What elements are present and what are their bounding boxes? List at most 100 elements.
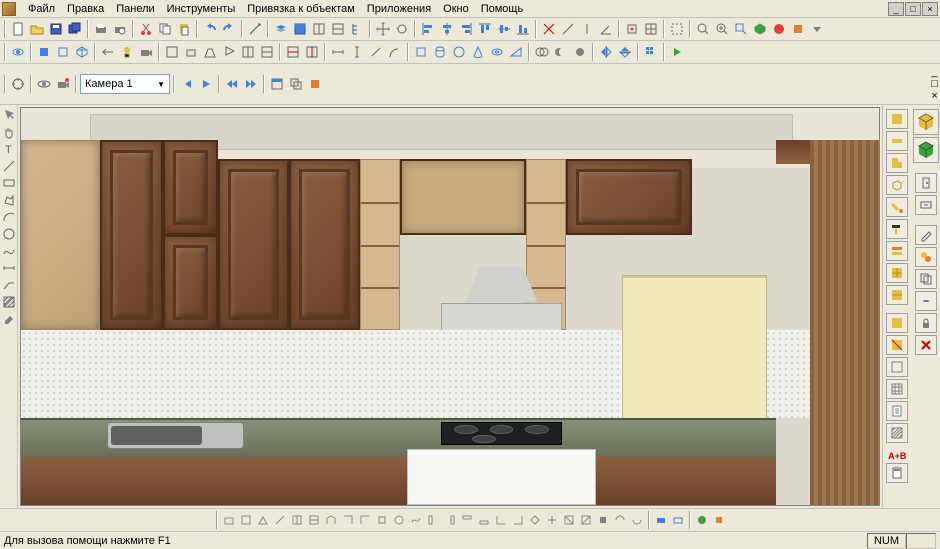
hatch-tool-icon[interactable] [1,294,17,310]
palette-copy-icon[interactable] [915,269,937,289]
bt-11-icon[interactable] [391,512,407,528]
target-icon[interactable] [9,75,27,93]
camera-icon[interactable] [137,43,155,61]
palette-door-icon[interactable] [915,173,937,193]
play-icon[interactable] [668,43,686,61]
tool-a-icon[interactable] [246,20,264,38]
bt-20-icon[interactable] [544,512,560,528]
bt-25-icon[interactable] [629,512,645,528]
grid-icon[interactable] [642,20,660,38]
measure-diag-icon[interactable] [559,20,577,38]
bt-15-icon[interactable] [459,512,475,528]
bt-12-icon[interactable] [408,512,424,528]
shape-box-icon[interactable] [412,43,430,61]
array-icon[interactable] [642,43,660,61]
palette-handle-icon[interactable] [915,291,937,311]
bt-13-icon[interactable] [425,512,441,528]
transform-5-icon[interactable] [239,43,257,61]
palette-layer-icon[interactable] [886,241,908,261]
menu-file[interactable]: Файл [22,3,61,15]
bt-26-icon[interactable] [653,512,669,528]
measure-v-icon[interactable] [578,20,596,38]
spline-tool-icon[interactable] [1,243,17,259]
layer-panel-icon[interactable] [291,20,309,38]
dim-tool-icon[interactable] [1,260,17,276]
view-front-icon[interactable] [54,43,72,61]
palette-report-icon[interactable] [886,401,908,421]
view-3d-icon[interactable] [751,20,769,38]
dim-v-icon[interactable] [348,43,366,61]
bt-8-icon[interactable] [340,512,356,528]
move-icon[interactable] [374,20,392,38]
cam-lock-icon[interactable] [54,75,72,93]
bt-23-icon[interactable] [595,512,611,528]
palette-cube-green-icon[interactable] [913,137,939,163]
menu-panels[interactable]: Панели [110,3,160,15]
bt-18-icon[interactable] [510,512,526,528]
view-iso-icon[interactable] [73,43,91,61]
palette-part-icon[interactable] [886,313,908,333]
bt-28-icon[interactable] [694,512,710,528]
save-all-icon[interactable] [66,20,84,38]
dim-h-icon[interactable] [329,43,347,61]
palette-edit-icon[interactable] [915,225,937,245]
align-center-h-icon[interactable] [438,20,456,38]
align-middle-icon[interactable] [495,20,513,38]
align-top-icon[interactable] [476,20,494,38]
orbit-icon[interactable] [9,43,27,61]
window-note-icon[interactable] [306,75,324,93]
camera-selector[interactable]: Камера 1 ▼ [80,74,170,94]
arc-tool-icon[interactable] [1,209,17,225]
palette-hammer-icon[interactable] [886,219,908,239]
palette-lock-icon[interactable] [915,313,937,333]
shape-torus-icon[interactable] [488,43,506,61]
anim-fwd-icon[interactable] [242,75,260,93]
anim-play-icon[interactable] [197,75,215,93]
rect-tool-icon[interactable] [1,175,17,191]
bt-2-icon[interactable] [238,512,254,528]
palette-hatch-icon[interactable] [886,423,908,443]
bt-3-icon[interactable] [255,512,271,528]
split-b-icon[interactable] [303,43,321,61]
bt-27-icon[interactable] [670,512,686,528]
selection-icon[interactable] [668,20,686,38]
menu-tools[interactable]: Инструменты [161,3,242,15]
bt-1-icon[interactable] [221,512,237,528]
split-a-icon[interactable] [284,43,302,61]
palette-calc-icon[interactable] [886,463,908,483]
snap-toggle-icon[interactable] [623,20,641,38]
palette-sheet2-icon[interactable] [886,285,908,305]
doc-minimize-button[interactable]: _ [931,66,938,78]
erase-tool-icon[interactable] [1,311,17,327]
bt-6-icon[interactable] [306,512,322,528]
render2-icon[interactable] [789,20,807,38]
shape-cone-icon[interactable] [469,43,487,61]
undo-icon[interactable] [201,20,219,38]
bool-union-icon[interactable] [533,43,551,61]
mirror-h-icon[interactable] [597,43,615,61]
circle-tool-icon[interactable] [1,226,17,242]
doc-maximize-button[interactable]: □ [931,78,938,90]
bt-16-icon[interactable] [476,512,492,528]
render-icon[interactable] [770,20,788,38]
palette-cube-yellow-icon[interactable] [913,109,939,135]
palette-grid-icon[interactable] [886,379,908,399]
bool-int-icon[interactable] [571,43,589,61]
transform-4-icon[interactable] [220,43,238,61]
palette-box-icon[interactable] [886,175,908,195]
palette-cut-icon[interactable] [886,335,908,355]
palette-paint-icon[interactable] [886,197,908,217]
palette-delete-icon[interactable] [915,335,937,355]
hand-tool-icon[interactable] [1,124,17,140]
print-preview-icon[interactable] [111,20,129,38]
open-file-icon[interactable] [28,20,46,38]
bt-4-icon[interactable] [272,512,288,528]
zoom-extents-icon[interactable] [694,20,712,38]
bt-29-icon[interactable] [711,512,727,528]
minimize-button[interactable]: _ [888,2,904,16]
line-tool-icon[interactable] [1,158,17,174]
shape-cyl-icon[interactable] [431,43,449,61]
render-dropdown-icon[interactable] [808,20,826,38]
cam-eye-icon[interactable] [35,75,53,93]
palette-color-icon[interactable] [915,247,937,267]
